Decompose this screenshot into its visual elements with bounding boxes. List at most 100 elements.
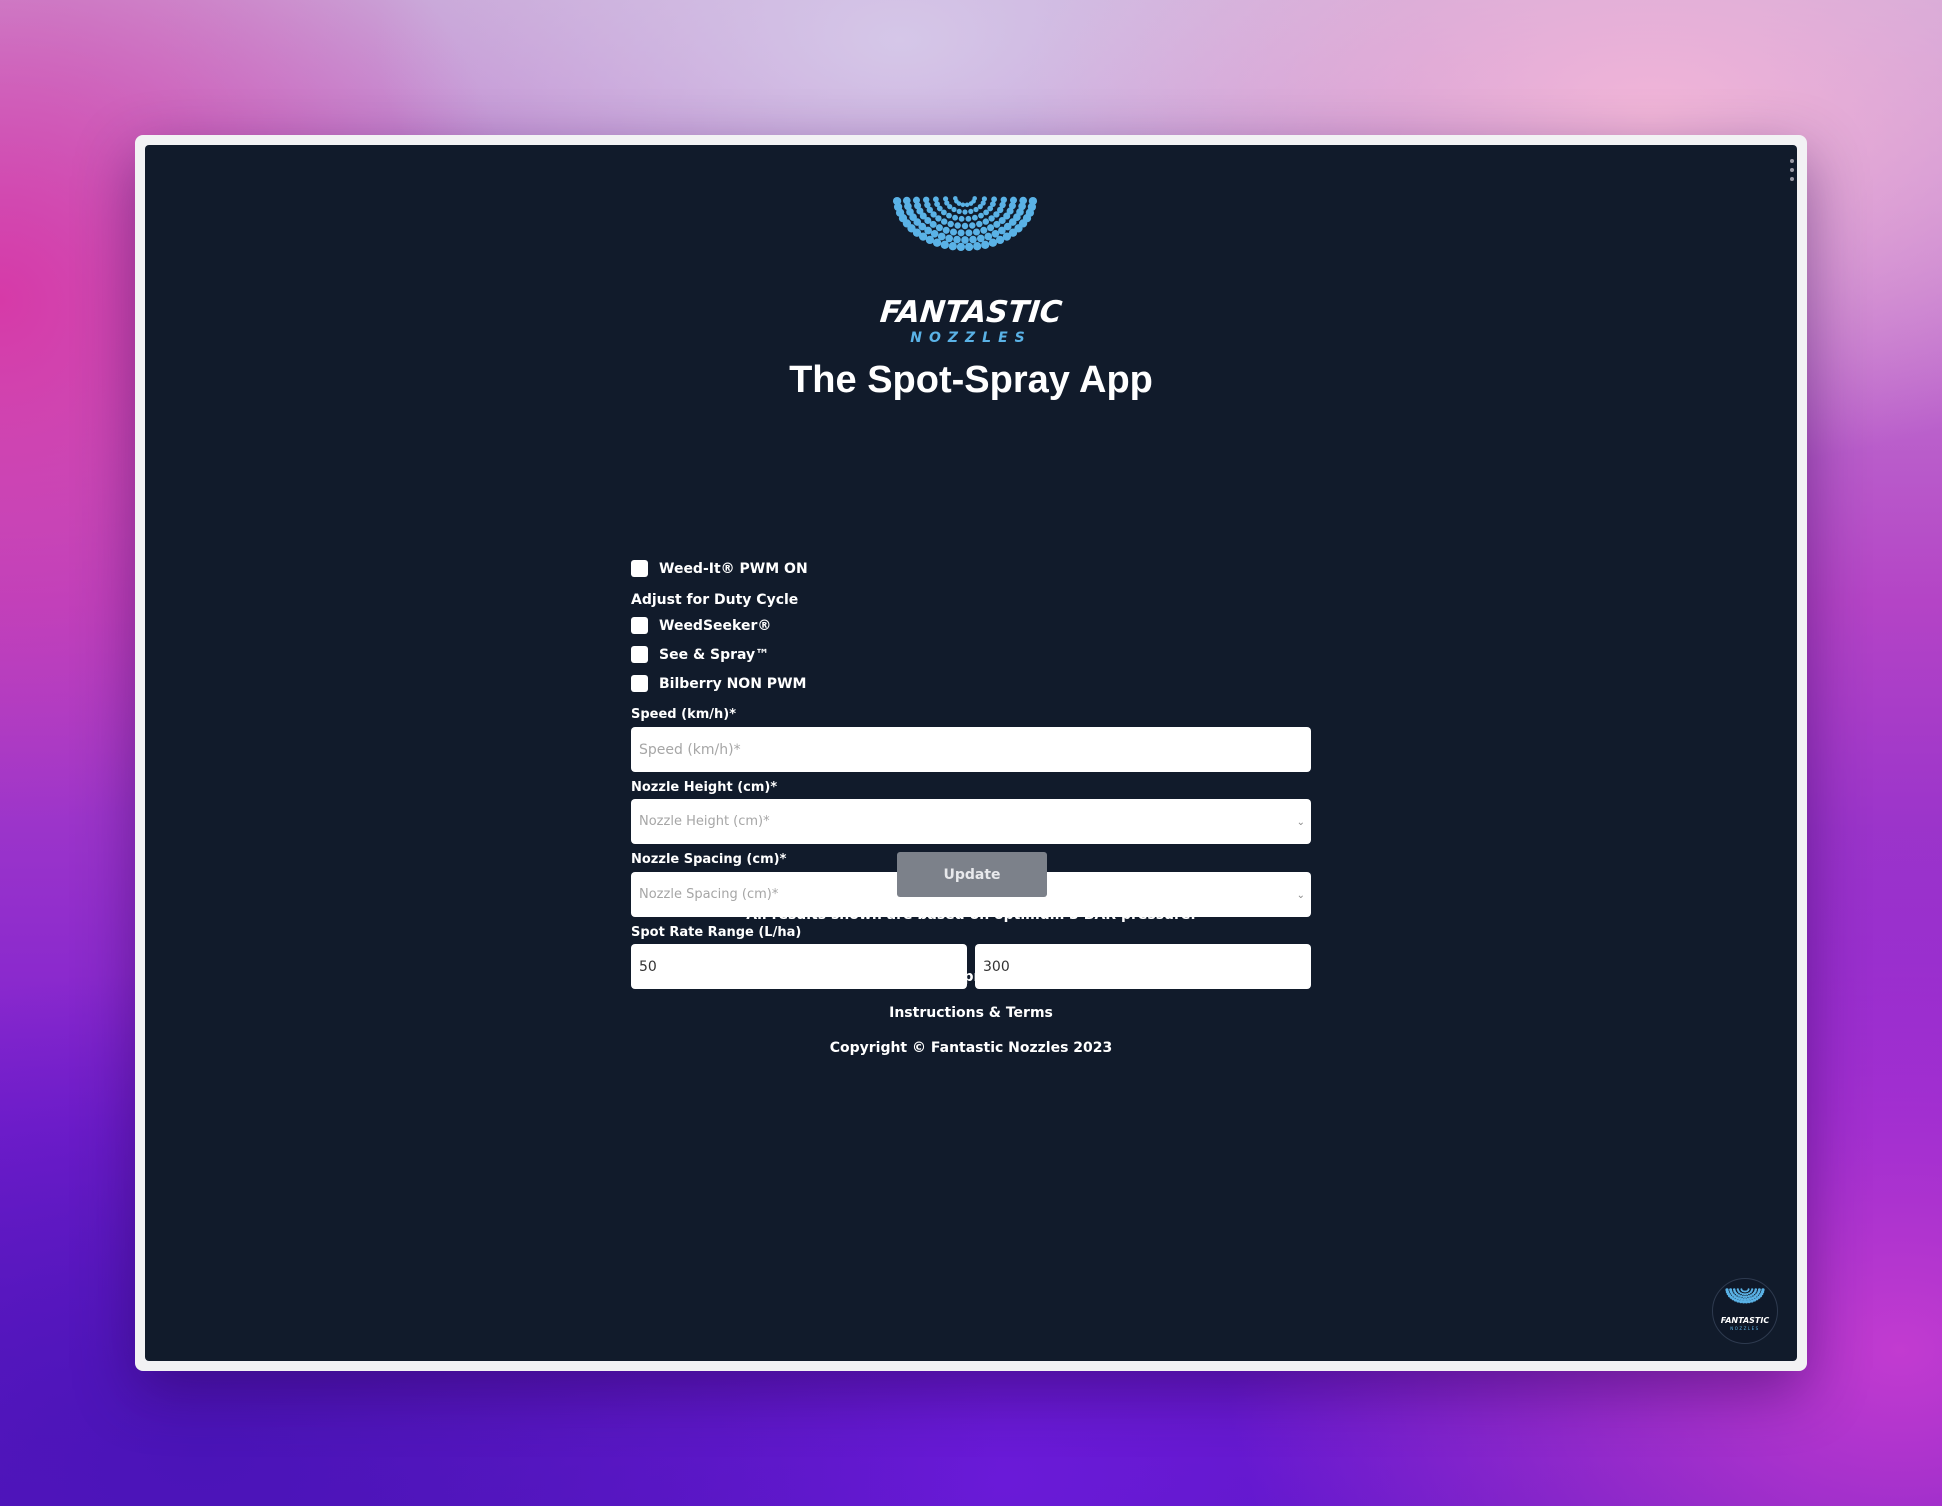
drag-handle-icon[interactable] xyxy=(1789,159,1795,181)
logo-dot xyxy=(1744,1300,1749,1304)
logo-dot xyxy=(1732,1288,1736,1291)
logo-dot xyxy=(973,242,982,251)
spray-dots-logo-icon: FANTASTICNOZZLES xyxy=(1721,1288,1769,1331)
weed-it-label: Weed-It® PWM ON xyxy=(659,560,808,577)
logo-dot xyxy=(949,228,958,236)
logo-dot xyxy=(969,222,976,229)
logo-dot xyxy=(1729,1288,1733,1292)
logo-dot xyxy=(956,208,962,214)
buy-nozzles-link[interactable]: Buy spot-spray nozzles xyxy=(371,969,1571,985)
logo-dot xyxy=(980,226,988,234)
logo-dot xyxy=(1739,1299,1743,1304)
logo-dot xyxy=(1740,1288,1743,1291)
logo-dot xyxy=(957,229,965,237)
logo-dot xyxy=(988,215,995,222)
logo-dot xyxy=(940,240,949,249)
logo-dot xyxy=(902,196,911,205)
logo-dot xyxy=(981,240,990,249)
logo-dot xyxy=(892,196,902,206)
logo-dot xyxy=(987,224,995,232)
logo-dot xyxy=(965,229,973,237)
logo-dot xyxy=(968,208,974,214)
logo-dot xyxy=(1749,1294,1753,1297)
badge-brand-subtext: NOZZLES xyxy=(1730,1326,1759,1331)
logo-dot xyxy=(953,196,958,201)
logo-dot xyxy=(961,222,969,230)
app-viewport: FANTASTIC NOZZLES The Spot-Spray App Wee… xyxy=(145,145,1797,1361)
logo-dot xyxy=(958,215,965,222)
bilberry-checkbox[interactable] xyxy=(631,675,648,692)
weedseeker-checkbox[interactable] xyxy=(631,617,648,634)
chevron-down-icon: ⌄ xyxy=(1296,816,1305,828)
copyright-text: Copyright © Fantastic Nozzles 2023 xyxy=(829,1040,1113,1056)
logo-dot xyxy=(1747,1292,1751,1295)
logo-dot xyxy=(988,238,998,247)
page-title: The Spot-Spray App xyxy=(789,359,1153,401)
chevron-down-icon: ⌄ xyxy=(1296,889,1305,901)
logo-dot xyxy=(922,196,930,204)
logo-dot xyxy=(973,206,979,213)
brand-badge[interactable]: FANTASTIC NOZZLES xyxy=(1712,1278,1778,1344)
nozzle-height-select[interactable]: Nozzle Height (cm)* ⌄ xyxy=(631,799,1311,844)
logo-dot xyxy=(1750,1299,1754,1303)
spot-rate-label: Spot Rate Range (L/ha) xyxy=(631,925,802,940)
brand-subname: NOZZLES xyxy=(910,330,1032,346)
logo-dot xyxy=(954,222,961,229)
logo-dot xyxy=(1745,1292,1749,1296)
duty-cycle-heading: Adjust for Duty Cycle xyxy=(631,592,799,608)
browser-window: FANTASTIC NOZZLES The Spot-Spray App Wee… xyxy=(135,135,1807,1371)
bilberry-option[interactable]: Bilberry NON PWM xyxy=(631,675,806,692)
weed-it-checkbox[interactable] xyxy=(631,560,648,577)
speed-placeholder: Speed (km/h)* xyxy=(639,741,741,758)
logo-dot xyxy=(969,235,977,244)
logo-dot xyxy=(965,215,972,222)
logo-dot xyxy=(1725,1288,1729,1292)
logo-dot xyxy=(1744,1295,1748,1298)
instructions-terms-link[interactable]: Instructions & Terms xyxy=(371,1005,1571,1021)
pressure-note: All results shown are based on optimum 3… xyxy=(746,907,1196,923)
speed-input[interactable]: Speed (km/h)* xyxy=(631,727,1311,772)
logo-dot xyxy=(948,242,957,251)
weed-it-option[interactable]: Weed-It® PWM ON xyxy=(631,560,808,577)
logo-dot xyxy=(935,224,943,232)
logo-dot xyxy=(912,196,921,204)
logo-dot xyxy=(964,242,974,252)
brand-name: FANTASTIC xyxy=(878,295,1064,330)
speed-label: Speed (km/h)* xyxy=(631,707,737,722)
logo-dot xyxy=(982,218,990,225)
logo-dot xyxy=(961,236,969,244)
logo-dot xyxy=(940,218,948,225)
logo-dot xyxy=(964,202,970,208)
logo-dot xyxy=(983,209,990,216)
nozzle-height-placeholder: Nozzle Height (cm)* xyxy=(639,814,770,829)
logo-dot xyxy=(1741,1292,1745,1296)
logo-dot xyxy=(1742,1295,1746,1298)
logo-dot xyxy=(956,242,966,252)
nozzle-height-label: Nozzle Height (cm)* xyxy=(631,780,778,795)
logo-dot xyxy=(962,209,968,215)
logo-dot xyxy=(1747,1295,1750,1298)
logo-dot xyxy=(993,220,1001,228)
logo-dot xyxy=(1736,1288,1739,1291)
see-spray-option[interactable]: See & Spray™ xyxy=(631,646,769,663)
logo-dot xyxy=(953,235,961,244)
logo-dot xyxy=(1740,1295,1743,1298)
logo-dot xyxy=(952,214,959,221)
logo-dot xyxy=(971,214,978,221)
logo-dot xyxy=(1744,1290,1747,1293)
logo-dot xyxy=(1741,1300,1746,1304)
logo-dot xyxy=(978,212,984,219)
logo-dot xyxy=(995,235,1005,245)
weedseeker-option[interactable]: WeedSeeker® xyxy=(631,617,771,634)
update-button[interactable]: Update xyxy=(897,852,1047,897)
logo-dot xyxy=(932,238,942,247)
logo-dot xyxy=(947,220,954,228)
weedseeker-label: WeedSeeker® xyxy=(659,617,772,634)
see-spray-checkbox[interactable] xyxy=(631,646,648,663)
logo-dot xyxy=(1747,1299,1751,1304)
bilberry-label: Bilberry NON PWM xyxy=(659,675,807,692)
logo-dot xyxy=(946,212,952,219)
see-spray-label: See & Spray™ xyxy=(659,646,770,663)
nozzle-spacing-placeholder: Nozzle Spacing (cm)* xyxy=(639,887,779,902)
logo-dot xyxy=(972,228,981,236)
